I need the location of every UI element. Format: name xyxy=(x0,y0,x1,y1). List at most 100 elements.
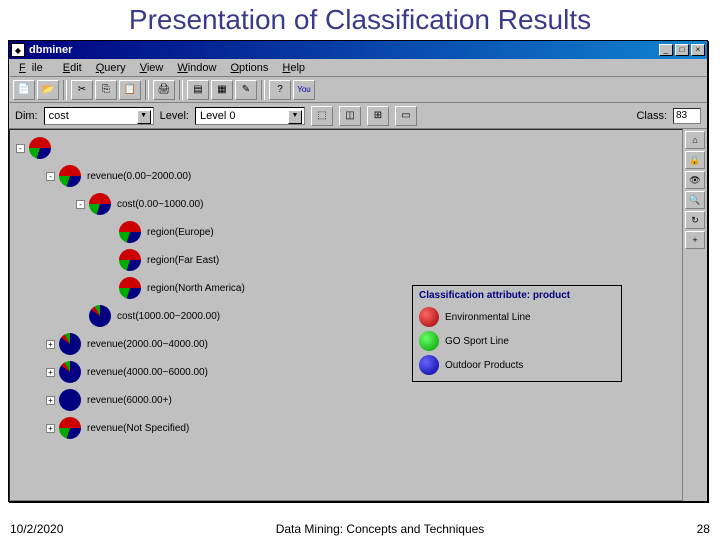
help-button[interactable]: ? xyxy=(269,80,291,100)
home-button[interactable]: ⌂ xyxy=(685,131,705,149)
class-value-box: 83 xyxy=(673,108,701,124)
expand-icon[interactable]: + xyxy=(46,368,55,377)
node-label: revenue(4000.00~6000.00) xyxy=(87,367,208,378)
collapse-icon[interactable]: - xyxy=(16,144,25,153)
level-dropdown[interactable]: Level 0 xyxy=(195,107,305,125)
tree-node[interactable]: - revenue(0.00~2000.00) xyxy=(16,162,682,190)
pie-icon xyxy=(29,137,51,159)
collapse-icon[interactable]: - xyxy=(46,172,55,181)
close-button[interactable]: × xyxy=(691,44,705,56)
right-toolbar: ⌂ 🔒 👁 🔍 ↻ + xyxy=(683,129,707,501)
dim-value: cost xyxy=(49,110,69,122)
tool-a-button[interactable]: ⬚ xyxy=(311,106,333,126)
pie-icon xyxy=(59,333,81,355)
menu-options[interactable]: Options xyxy=(224,61,274,75)
minimize-button[interactable]: _ xyxy=(659,44,673,56)
pie-icon xyxy=(59,389,81,411)
node-label: revenue(0.00~2000.00) xyxy=(87,171,191,182)
tool-b-button[interactable]: ◫ xyxy=(339,106,361,126)
pie-icon xyxy=(119,277,141,299)
tree-node[interactable]: region(Europe) xyxy=(16,218,682,246)
legend-title: Classification attribute: product xyxy=(419,290,615,301)
menu-window[interactable]: Window xyxy=(171,61,222,75)
detail-view-button[interactable]: ▦ xyxy=(211,80,233,100)
legend-box: Classification attribute: product Enviro… xyxy=(412,285,622,382)
refresh-button[interactable]: ↻ xyxy=(685,211,705,229)
tool-c-button[interactable]: ⊞ xyxy=(367,106,389,126)
print-button[interactable]: 🖨 xyxy=(153,80,175,100)
class-value: 83 xyxy=(676,110,687,121)
slide-footer: 10/2/2020 Data Mining: Concepts and Tech… xyxy=(10,522,710,536)
pie-icon xyxy=(89,305,111,327)
zoom-button[interactable]: + xyxy=(685,231,705,249)
menubar: File Edit Query View Window Options Help xyxy=(9,59,707,77)
window-title: dbminer xyxy=(29,44,659,56)
tool-d-button[interactable]: ▭ xyxy=(395,106,417,126)
copy-button[interactable]: ⎘ xyxy=(95,80,117,100)
tree-node[interactable]: + revenue(Not Specified) xyxy=(16,414,682,442)
workspace: - - revenue(0.00~2000.00) - cost(0.00~1000.0… xyxy=(9,129,683,501)
level-value: Level 0 xyxy=(200,110,235,122)
class-label: Class: xyxy=(636,110,667,122)
menu-query[interactable]: Query xyxy=(90,61,132,75)
pie-icon xyxy=(89,193,111,215)
list-view-button[interactable]: ▤ xyxy=(187,80,209,100)
chart-button[interactable]: ✎ xyxy=(235,80,257,100)
expand-icon[interactable]: + xyxy=(46,340,55,349)
slide-title: Presentation of Classification Results xyxy=(0,0,720,38)
legend-item: Environmental Line xyxy=(419,305,615,329)
search-button[interactable]: 🔍 xyxy=(685,191,705,209)
pie-icon xyxy=(119,221,141,243)
legend-item: GO Sport Line xyxy=(419,329,615,353)
footer-date: 10/2/2020 xyxy=(10,522,63,536)
maximize-button[interactable]: □ xyxy=(675,44,689,56)
level-label: Level: xyxy=(160,110,189,122)
node-label: region(Europe) xyxy=(147,227,214,238)
node-label: cost(0.00~1000.00) xyxy=(117,199,203,210)
menu-help[interactable]: Help xyxy=(276,61,311,75)
separator xyxy=(261,80,265,100)
node-label: region(North America) xyxy=(147,283,245,294)
tree-node[interactable]: +revenue(6000.00+) xyxy=(16,386,682,414)
node-label: revenue(2000.00~4000.00) xyxy=(87,339,208,350)
tree-node[interactable]: region(Far East) xyxy=(16,246,682,274)
separator xyxy=(63,80,67,100)
separator xyxy=(145,80,149,100)
app-icon: ◆ xyxy=(11,43,25,57)
expand-icon[interactable]: + xyxy=(46,396,55,405)
titlebar: ◆ dbminer _ □ × xyxy=(9,41,707,59)
legend-label: Outdoor Products xyxy=(445,360,523,371)
filterbar: Dim: cost Level: Level 0 ⬚ ◫ ⊞ ▭ Class: … xyxy=(9,103,707,129)
footer-caption: Data Mining: Concepts and Techniques xyxy=(276,522,485,536)
pie-icon xyxy=(59,165,81,187)
menu-file[interactable]: File xyxy=(13,61,55,75)
open-button[interactable]: 📂 xyxy=(37,80,59,100)
window-buttons: _ □ × xyxy=(659,44,705,56)
separator xyxy=(179,80,183,100)
expand-icon[interactable]: + xyxy=(46,424,55,433)
legend-swatch-red xyxy=(419,307,439,327)
tree-node[interactable]: - xyxy=(16,134,682,162)
legend-swatch-blue xyxy=(419,355,439,375)
legend-label: Environmental Line xyxy=(445,312,531,323)
pie-icon xyxy=(59,361,81,383)
legend-swatch-green xyxy=(419,331,439,351)
lock-button[interactable]: 🔒 xyxy=(685,151,705,169)
collapse-icon[interactable]: - xyxy=(76,200,85,209)
legend-item: Outdoor Products xyxy=(419,353,615,377)
new-button[interactable]: 📄 xyxy=(13,80,35,100)
tree-node[interactable]: - cost(0.00~1000.00) xyxy=(16,190,682,218)
app-window: ◆ dbminer _ □ × File Edit Query View Win… xyxy=(8,40,708,502)
cut-button[interactable]: ✂ xyxy=(71,80,93,100)
paste-button[interactable]: 📋 xyxy=(119,80,141,100)
you-button[interactable]: You xyxy=(293,80,315,100)
pie-icon xyxy=(119,249,141,271)
dim-label: Dim: xyxy=(15,110,38,122)
legend-label: GO Sport Line xyxy=(445,336,509,347)
menu-view[interactable]: View xyxy=(134,61,170,75)
menu-edit[interactable]: Edit xyxy=(57,61,88,75)
binoculars-button[interactable]: 👁 xyxy=(685,171,705,189)
pie-icon xyxy=(59,417,81,439)
node-label: revenue(Not Specified) xyxy=(87,423,189,434)
dim-dropdown[interactable]: cost xyxy=(44,107,154,125)
